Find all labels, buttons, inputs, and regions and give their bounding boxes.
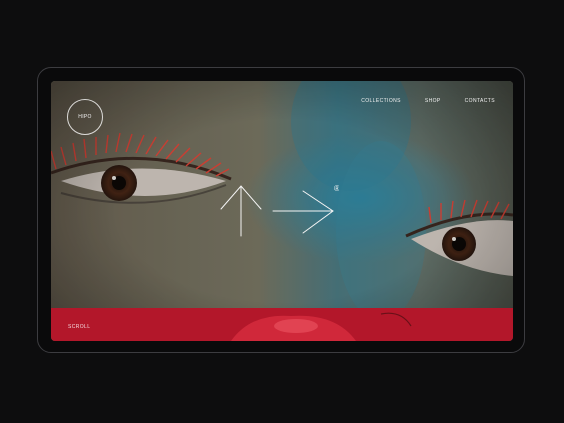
lips-photo [231, 312, 412, 341]
top-navigation: COLLECTIONS SHOP CONTACTS [361, 98, 495, 104]
scroll-indicator[interactable]: SCROLL [68, 324, 90, 330]
registered-mark: ® [334, 184, 339, 193]
brand-logo-text: HIPO [78, 114, 92, 120]
arrow-up-icon [220, 185, 262, 237]
nav-item-contacts[interactable]: CONTACTS [465, 98, 495, 104]
website-screen: HIPO COLLECTIONS SHOP CONTACTS ® SCROLL [51, 81, 513, 341]
nav-item-shop[interactable]: SHOP [425, 98, 441, 104]
nav-item-collections[interactable]: COLLECTIONS [361, 98, 401, 104]
arrow-right-icon [272, 190, 334, 234]
brand-logo[interactable]: HIPO [67, 99, 103, 135]
hero-arrows-graphic: ® [220, 184, 339, 237]
